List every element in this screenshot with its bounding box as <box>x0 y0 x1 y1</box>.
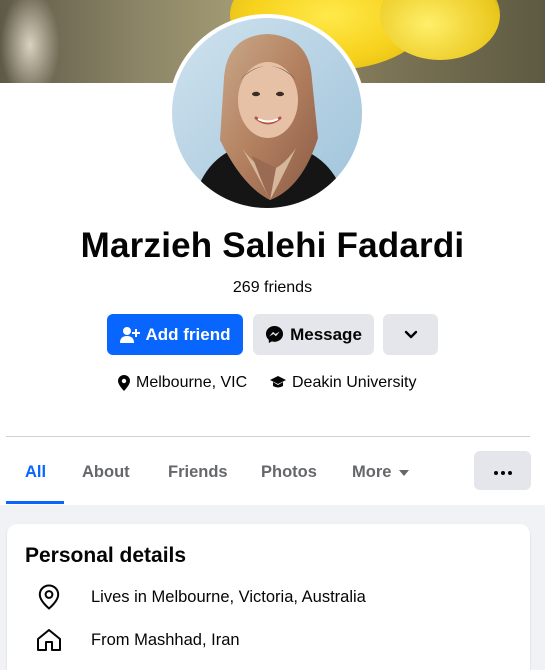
active-tab-indicator <box>6 501 64 504</box>
detail-from: From Mashhad, Iran <box>31 628 240 652</box>
tab-more[interactable]: More <box>352 463 410 482</box>
more-options-dropdown-button[interactable] <box>383 314 438 355</box>
personal-details-card: Personal details Lives in Melbourne, Vic… <box>7 524 530 670</box>
cover-highlight <box>0 0 60 83</box>
profile-name: Marzieh Salehi Fadardi <box>80 226 465 265</box>
message-button[interactable]: Message <box>253 314 374 355</box>
more-dots-icon <box>493 462 512 480</box>
chevron-down-icon <box>404 325 418 345</box>
meta-location: Melbourne, VIC <box>118 374 247 392</box>
tab-all[interactable]: All <box>25 463 46 482</box>
more-actions-button[interactable] <box>474 451 531 490</box>
profile-picture[interactable] <box>168 14 366 212</box>
add-friend-button[interactable]: Add friend <box>107 314 243 355</box>
lives-in-text[interactable]: Lives in Melbourne, Victoria, Australia <box>91 588 366 607</box>
profile-content: Personal details Lives in Melbourne, Vic… <box>0 505 545 670</box>
add-friend-label: Add friend <box>145 324 231 344</box>
avatar <box>172 18 362 208</box>
meta-education: Deakin University <box>270 374 416 392</box>
person-plus-icon <box>119 326 140 344</box>
messenger-icon <box>265 325 284 344</box>
caret-down-icon <box>399 469 410 476</box>
avatar-image <box>172 18 362 208</box>
from-text[interactable]: From Mashhad, Iran <box>91 631 240 650</box>
map-pin-icon <box>118 375 130 391</box>
location-text: Melbourne, VIC <box>136 374 248 391</box>
card-title: Personal details <box>25 544 187 567</box>
divider <box>6 436 530 437</box>
tab-more-label: More <box>352 463 392 481</box>
friends-count[interactable]: 269 friends <box>0 279 545 297</box>
tab-friends[interactable]: Friends <box>168 463 228 482</box>
location-outline-icon <box>31 584 67 610</box>
message-label: Message <box>290 324 362 344</box>
home-outline-icon <box>31 628 67 652</box>
education-link[interactable]: Deakin University <box>292 374 416 392</box>
tab-about[interactable]: About <box>82 463 130 482</box>
detail-lives-in: Lives in Melbourne, Victoria, Australia <box>31 584 366 610</box>
graduation-cap-icon <box>270 376 286 390</box>
tab-photos[interactable]: Photos <box>261 463 317 482</box>
profile-tabs: All About Friends Photos More <box>0 451 545 505</box>
